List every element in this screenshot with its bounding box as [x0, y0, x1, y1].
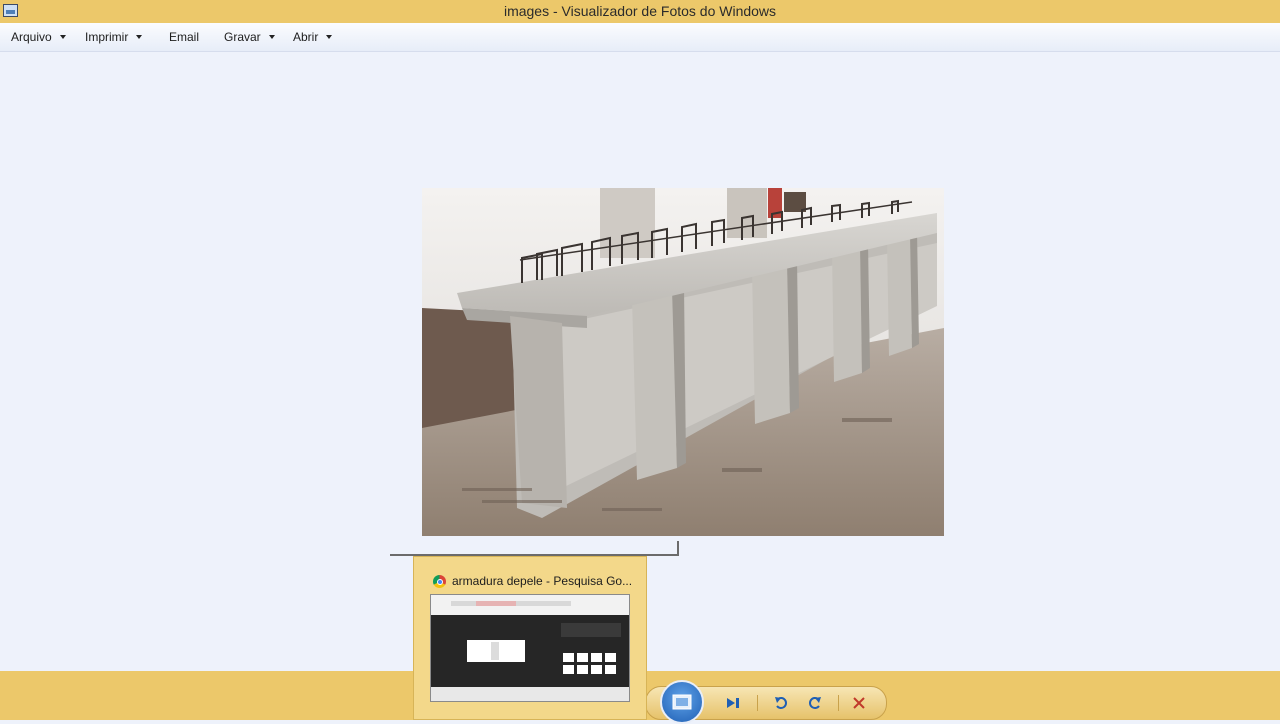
browser-thumbnail — [431, 595, 629, 701]
taskbar-thumbnail-preview[interactable]: armadura depele - Pesquisa Go... — [413, 556, 647, 720]
thumbnail-image[interactable] — [430, 594, 630, 702]
delete-button[interactable] — [844, 687, 874, 719]
delete-icon — [853, 697, 865, 709]
thumbnail-title: armadura depele - Pesquisa Go... — [452, 574, 633, 588]
rotate-left-button[interactable] — [766, 687, 796, 719]
menu-email-label: Email — [169, 30, 200, 44]
preview-frame — [390, 541, 679, 556]
menu-imprimir[interactable]: Imprimir — [85, 30, 143, 44]
chevron-down-icon — [59, 35, 66, 39]
menu-imprimir-label: Imprimir — [85, 30, 129, 44]
slideshow-button[interactable] — [660, 680, 704, 724]
menu-abrir[interactable]: Abrir — [293, 30, 333, 44]
photo-concrete-beam — [422, 188, 944, 536]
next-button[interactable] — [718, 687, 748, 719]
separator — [757, 695, 758, 711]
chevron-down-icon — [136, 35, 143, 39]
separator — [838, 695, 839, 711]
title-bar: images - Visualizador de Fotos do Window… — [0, 0, 1280, 23]
chevron-down-icon — [268, 35, 275, 39]
slideshow-icon — [672, 694, 692, 710]
menu-arquivo[interactable]: Arquivo — [11, 30, 66, 44]
chevron-down-icon — [326, 35, 333, 39]
displayed-photo[interactable] — [422, 188, 944, 536]
menu-abrir-label: Abrir — [293, 30, 319, 44]
menu-gravar-label: Gravar — [224, 30, 261, 44]
chrome-icon — [433, 575, 446, 588]
window-title: images - Visualizador de Fotos do Window… — [503, 3, 777, 19]
rotate-right-button[interactable] — [800, 687, 830, 719]
rotate-left-icon — [775, 697, 787, 709]
menu-email[interactable]: Email — [169, 30, 199, 44]
next-icon — [727, 698, 739, 708]
rotate-right-icon — [809, 697, 821, 709]
menu-gravar[interactable]: Gravar — [224, 30, 275, 44]
menu-arquivo-label: Arquivo — [11, 30, 52, 44]
menu-bar: Arquivo Imprimir Email Gravar Abrir — [0, 23, 1280, 52]
